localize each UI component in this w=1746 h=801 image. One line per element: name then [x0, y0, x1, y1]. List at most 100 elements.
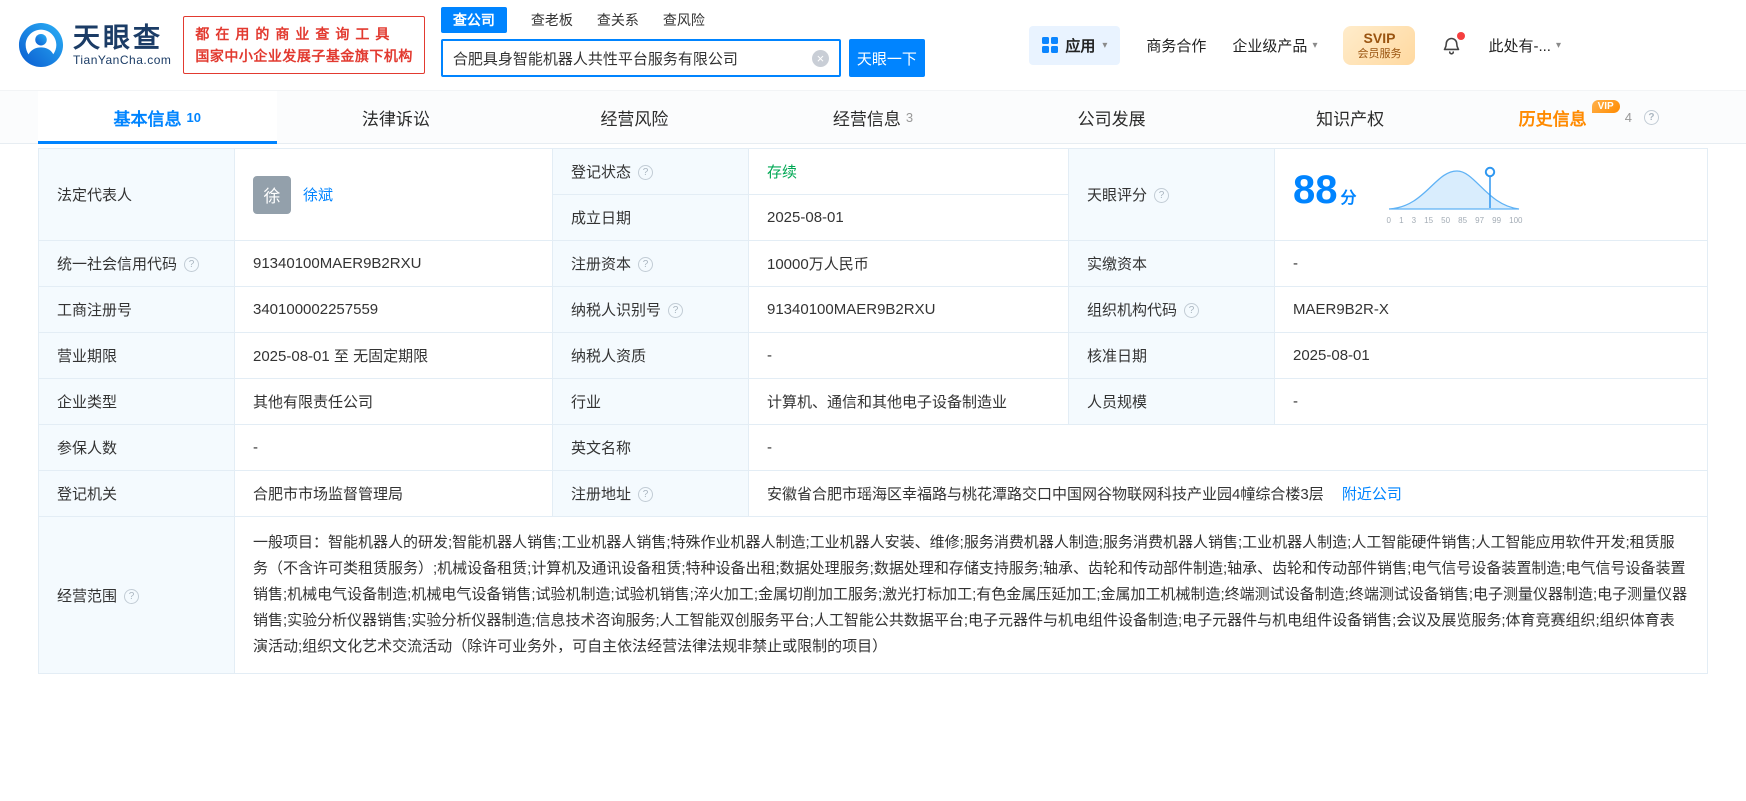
field-label: 组织机构代码 [1087, 302, 1177, 319]
label-reg-capital: 注册资本? [553, 241, 749, 287]
apps-label: 应用 [1065, 35, 1095, 56]
field-label: 登记状态 [571, 164, 631, 181]
nearby-companies-link[interactable]: 附近公司 [1342, 486, 1402, 503]
table-row: 经营范围? 一般项目：智能机器人的研发;智能机器人销售;工业机器人销售;特殊作业… [39, 517, 1708, 674]
help-icon[interactable]: ? [1154, 188, 1169, 203]
tab-label: 公司发展 [1078, 105, 1146, 130]
field-label: 登记机关 [57, 486, 117, 503]
help-icon[interactable]: ? [1644, 110, 1659, 125]
label-establish-date: 成立日期 [553, 195, 749, 241]
vip-tag: VIP [1592, 100, 1620, 113]
label-taxpayer-id: 纳税人识别号? [553, 287, 749, 333]
legal-rep-name-link[interactable]: 徐斌 [303, 184, 333, 205]
value-approval-date: 2025-08-01 [1275, 333, 1708, 379]
search-tab-company[interactable]: 查公司 [441, 7, 507, 33]
apps-button[interactable]: 应用 ▾ [1029, 26, 1120, 65]
slogan-box: 都在用的商业查询工具 国家中小企业发展子基金旗下机构 [183, 16, 425, 74]
label-score: 天眼评分? [1069, 149, 1275, 241]
slogan-line1: 都在用的商业查询工具 [195, 23, 413, 45]
field-label: 行业 [571, 394, 601, 411]
enterprise-products-link[interactable]: 企业级产品 ▾ [1232, 35, 1317, 56]
tab-legal-proceedings[interactable]: 法律诉讼 [277, 91, 516, 143]
table-row: 登记机关 合肥市市场监督管理局 注册地址? 安徽省合肥市瑶海区幸福路与桃花潭路交… [39, 471, 1708, 517]
svip-title: SVIP [1357, 30, 1401, 47]
tab-company-development[interactable]: 公司发展 [992, 91, 1231, 143]
tab-intellectual-property[interactable]: 知识产权 [1231, 91, 1470, 143]
value-reg-number: 340100002257559 [235, 287, 553, 333]
help-icon[interactable]: ? [1184, 303, 1199, 318]
caret-down-icon: ▾ [1556, 40, 1561, 51]
field-label: 天眼评分 [1087, 187, 1147, 204]
top-header: 天眼查 TianYanCha.com 都在用的商业查询工具 国家中小企业发展子基… [0, 0, 1746, 90]
tab-operation-risk[interactable]: 经营风险 [515, 91, 754, 143]
label-staff-size: 人员规模 [1069, 379, 1275, 425]
tab-operation-info[interactable]: 经营信息 3 [754, 91, 993, 143]
label-reg-authority: 登记机关 [39, 471, 235, 517]
company-search-input[interactable] [453, 50, 812, 67]
tab-history-info[interactable]: 历史信息 VIP 4 ? [1469, 91, 1708, 143]
tab-label: 基本信息 [114, 105, 182, 130]
score-chart: 0131550859799100 [1387, 165, 1523, 225]
label-org-code: 组织机构代码? [1069, 287, 1275, 333]
label-legal-rep: 法定代表人 [39, 149, 235, 241]
value-paid-capital: - [1275, 241, 1708, 287]
label-taxpayer-qualification: 纳税人资质 [553, 333, 749, 379]
search-tab-relation[interactable]: 查关系 [597, 10, 639, 30]
svip-badge[interactable]: SVIP 会员服务 [1343, 26, 1415, 65]
value-business-scope: 一般项目：智能机器人的研发;智能机器人销售;工业机器人销售;特殊作业机器人制造;… [235, 517, 1708, 674]
value-reg-address: 安徽省合肥市瑶海区幸福路与桃花潭路交口中国网谷物联网科技产业园4幢综合楼3层 附… [749, 471, 1708, 517]
field-label: 营业期限 [57, 348, 117, 365]
tab-basic-info[interactable]: 基本信息 10 [38, 91, 277, 143]
search-button[interactable]: 天眼一下 [849, 39, 925, 77]
search-tab-risk[interactable]: 查风险 [663, 10, 705, 30]
user-menu[interactable]: 此处有-... ▾ [1488, 35, 1561, 56]
tianyancha-logo-icon [18, 22, 64, 68]
search-row: × 天眼一下 [441, 39, 925, 77]
value-legal-rep: 徐 徐斌 [235, 149, 553, 241]
value-establish-date: 2025-08-01 [749, 195, 1069, 241]
tab-count: 4 [1625, 110, 1632, 125]
value-insured-count: - [235, 425, 553, 471]
tab-count: 3 [906, 110, 913, 125]
field-label: 经营范围 [57, 588, 117, 605]
tab-count: 10 [187, 110, 201, 125]
help-icon[interactable]: ? [638, 165, 653, 180]
score-number: 88 [1293, 168, 1338, 212]
tab-label: 经营风险 [600, 105, 668, 130]
label-credit-code: 统一社会信用代码? [39, 241, 235, 287]
svip-subtitle: 会员服务 [1357, 47, 1401, 61]
label-company-type: 企业类型 [39, 379, 235, 425]
help-icon[interactable]: ? [638, 257, 653, 272]
legal-rep-avatar[interactable]: 徐 [253, 176, 291, 214]
search-input-box: × [441, 39, 841, 77]
table-row: 统一社会信用代码? 91340100MAER9B2RXU 注册资本? 10000… [39, 241, 1708, 287]
field-label: 成立日期 [571, 210, 631, 227]
field-label: 纳税人资质 [571, 348, 646, 365]
help-icon[interactable]: ? [124, 589, 139, 604]
field-label: 企业类型 [57, 394, 117, 411]
help-icon[interactable]: ? [668, 303, 683, 318]
search-area: 查公司 查老板 查关系 查风险 × 天眼一下 [441, 0, 925, 77]
score-value: 88 分 [1293, 168, 1357, 221]
help-icon[interactable]: ? [638, 487, 653, 502]
tab-label: 知识产权 [1316, 105, 1384, 130]
value-english-name: - [749, 425, 1708, 471]
field-label: 统一社会信用代码 [57, 256, 177, 273]
enterprise-products-label: 企业级产品 [1232, 35, 1307, 56]
value-taxpayer-id: 91340100MAER9B2RXU [749, 287, 1069, 333]
clear-search-icon[interactable]: × [812, 50, 829, 67]
company-info-table: 法定代表人 徐 徐斌 登记状态? 存续 天眼评分? [38, 148, 1708, 674]
caret-down-icon: ▾ [1312, 40, 1317, 51]
business-cooperation-link[interactable]: 商务合作 [1146, 35, 1206, 56]
slogan-line2: 国家中小企业发展子基金旗下机构 [195, 45, 413, 67]
label-reg-number: 工商注册号 [39, 287, 235, 333]
tianyancha-logo[interactable]: 天眼查 TianYanCha.com [18, 22, 171, 68]
value-company-type: 其他有限责任公司 [235, 379, 553, 425]
basic-info-section: 法定代表人 徐 徐斌 登记状态? 存续 天眼评分? [0, 144, 1746, 674]
field-label: 英文名称 [571, 440, 631, 457]
notification-bell-icon[interactable] [1441, 35, 1462, 56]
score-curve [1387, 165, 1521, 211]
help-icon[interactable]: ? [184, 257, 199, 272]
search-tab-boss[interactable]: 查老板 [531, 10, 573, 30]
value-reg-capital: 10000万人民币 [749, 241, 1069, 287]
